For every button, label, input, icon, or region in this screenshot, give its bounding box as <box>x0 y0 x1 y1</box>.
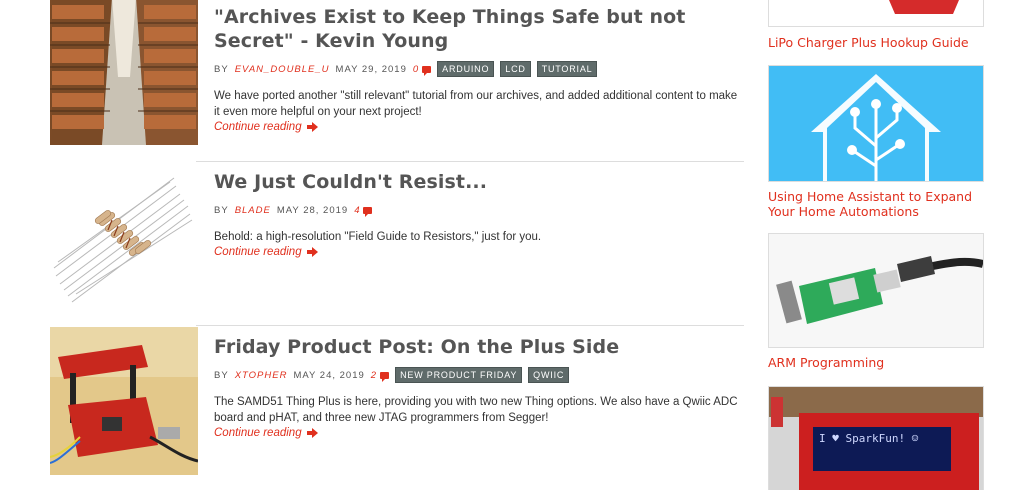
comments-link[interactable]: 4 <box>354 204 373 217</box>
post-resistors: We Just Couldn't Resist... BY BLADE MAY … <box>50 164 744 324</box>
post-divider <box>196 161 744 162</box>
tag-lcd[interactable]: LCD <box>500 61 531 77</box>
author-link[interactable]: EVAN_DOUBLE_U <box>235 64 330 75</box>
post-date: MAY 29, 2019 <box>335 63 407 75</box>
comment-count: 0 <box>412 63 420 75</box>
samd51-thing-plus-thumbnail[interactable] <box>50 327 198 475</box>
post-title[interactable]: "Archives Exist to Keep Things Safe but … <box>214 5 744 53</box>
tag-tutorial[interactable]: TUTORIAL <box>536 61 598 77</box>
comments-link[interactable]: 2 <box>370 369 390 382</box>
sidebar-home-assistant: Using Home Assistant to Expand Your Home… <box>768 65 984 219</box>
post-date: MAY 28, 2019 <box>276 204 349 216</box>
sidebar-title[interactable]: LiPo Charger Plus Hookup Guide <box>768 35 984 50</box>
continue-reading-label: Continue reading <box>214 246 302 258</box>
sidebar-lipo: LiPo Charger Plus Hookup Guide <box>768 0 984 50</box>
post-title[interactable]: We Just Couldn't Resist... <box>214 170 744 194</box>
lipo-charger-image[interactable] <box>768 0 984 27</box>
post-excerpt: The SAMD51 Thing Plus is here, providing… <box>214 396 738 424</box>
post-meta: BY XTOPHER MAY 24, 2019 2 NEW PRODUCT FR… <box>214 367 744 383</box>
sidebar-title[interactable]: ARM Programming <box>768 355 984 370</box>
post-meta: BY BLADE MAY 28, 2019 4 <box>214 202 744 218</box>
resistors-thumbnail[interactable] <box>50 164 198 312</box>
tag-arduino[interactable]: ARDUINO <box>437 61 495 77</box>
comments-link[interactable]: 0 <box>412 63 432 76</box>
continue-reading-link[interactable]: Continue reading <box>214 246 744 258</box>
sidebar-title[interactable]: Using Home Assistant to Expand Your Home… <box>768 189 984 219</box>
continue-reading-label: Continue reading <box>214 427 302 439</box>
by-label: BY <box>214 369 229 381</box>
by-label: BY <box>214 63 229 75</box>
sidebar-lcd: I ♥ SparkFun! ☺ <box>768 386 984 490</box>
post-divider <box>196 325 744 326</box>
comment-icon <box>422 65 432 76</box>
comment-icon <box>380 371 390 382</box>
post-title[interactable]: Friday Product Post: On the Plus Side <box>214 335 744 359</box>
arm-programming-image[interactable] <box>768 233 984 348</box>
post-meta: BY EVAN_DOUBLE_U MAY 29, 2019 0 ARDUINO … <box>214 61 744 77</box>
continue-reading-link[interactable]: Continue reading <box>214 427 744 439</box>
comment-count: 4 <box>354 204 361 216</box>
by-label: BY <box>214 204 229 216</box>
author-link[interactable]: XTOPHER <box>235 370 288 381</box>
lcd-screen-text: I ♥ SparkFun! ☺ <box>819 432 919 445</box>
sidebar-arm: ARM Programming <box>768 233 984 370</box>
comment-icon <box>363 206 373 217</box>
comment-count: 2 <box>370 369 378 381</box>
archive-shelves-thumbnail[interactable] <box>50 0 198 145</box>
home-assistant-image[interactable] <box>768 65 984 182</box>
post-date: MAY 24, 2019 <box>293 369 365 381</box>
continue-reading-link[interactable]: Continue reading <box>214 121 744 133</box>
lcd-image[interactable]: I ♥ SparkFun! ☺ <box>768 386 984 490</box>
post-friday-product: Friday Product Post: On the Plus Side BY… <box>50 327 744 489</box>
arrow-right-icon <box>306 122 318 132</box>
post-archives: "Archives Exist to Keep Things Safe but … <box>50 0 744 160</box>
tag-new-product-friday[interactable]: NEW PRODUCT FRIDAY <box>395 367 523 383</box>
continue-reading-label: Continue reading <box>214 121 302 133</box>
arrow-right-icon <box>306 428 318 438</box>
tag-qwiic[interactable]: QWIIC <box>528 367 570 383</box>
author-link[interactable]: BLADE <box>235 205 271 216</box>
arrow-right-icon <box>306 247 318 257</box>
post-excerpt: Behold: a high-resolution "Field Guide t… <box>214 231 542 243</box>
post-excerpt: We have ported another "still relevant" … <box>214 90 738 118</box>
